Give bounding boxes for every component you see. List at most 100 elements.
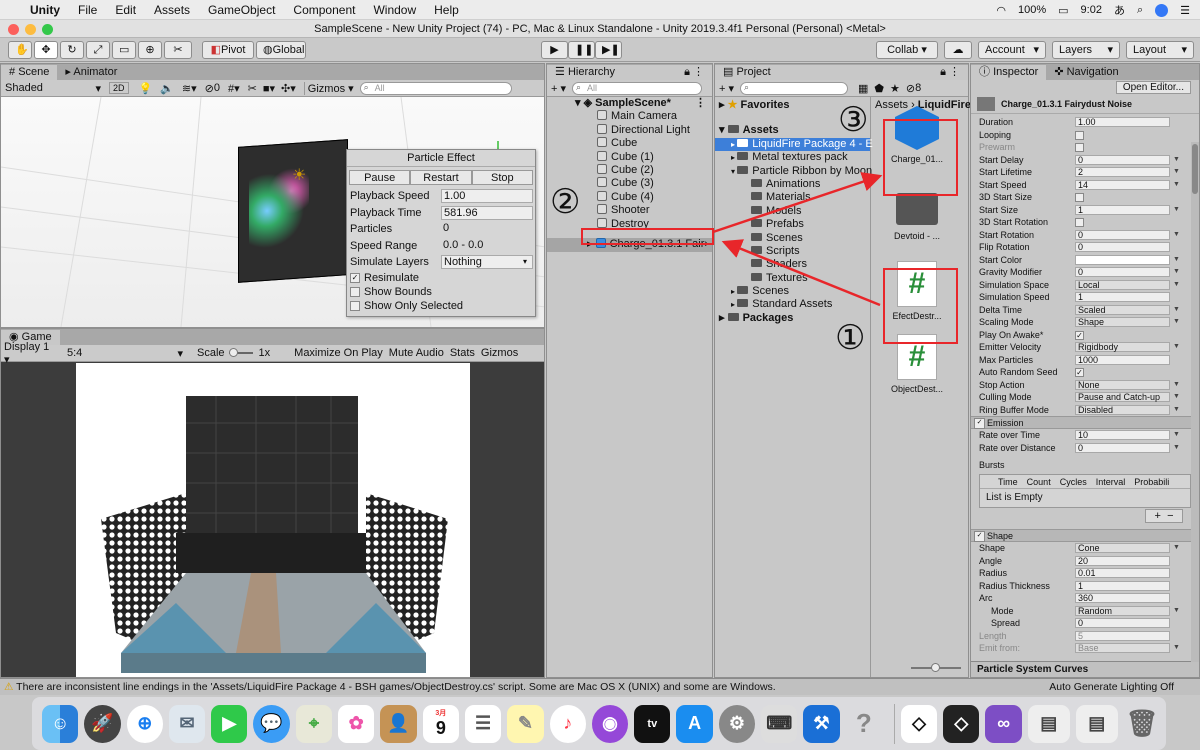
- xcode-icon[interactable]: ⚒: [803, 704, 840, 743]
- chevron-down-icon[interactable]: ▼: [1173, 404, 1180, 417]
- global-gizmo-icon[interactable]: ✣▾: [281, 82, 296, 95]
- project-search-input[interactable]: [740, 81, 849, 95]
- project-folder[interactable]: Prefabs: [715, 218, 870, 231]
- project-folder[interactable]: ▾ Particle Ribbon by Moon: [715, 165, 872, 178]
- remove-burst-button[interactable]: −: [1167, 510, 1173, 522]
- layers-dropdown[interactable]: Layers ▾: [1052, 41, 1120, 59]
- field-dropdown[interactable]: Random: [1075, 605, 1170, 616]
- shape-module-header[interactable]: Shape: [971, 529, 1199, 542]
- particle-effect-checkbox[interactable]: Show Only Selected: [347, 299, 535, 313]
- safari-icon[interactable]: ⊕: [126, 704, 163, 743]
- checkbox-box[interactable]: [350, 286, 360, 297]
- clock[interactable]: 9:02: [1081, 4, 1102, 16]
- system-preferences-icon[interactable]: ⚙: [718, 704, 756, 743]
- lighting-icon[interactable]: 💡: [139, 82, 153, 95]
- game-toggle-stats[interactable]: Stats: [450, 347, 475, 359]
- input-method[interactable]: あ: [1114, 2, 1125, 18]
- scene-object-box[interactable]: [238, 139, 348, 283]
- transform-tool-button[interactable]: ⊕: [138, 41, 162, 59]
- project-folder[interactable]: ▸ Scenes: [715, 285, 870, 298]
- chevron-down-icon[interactable]: ▼: [1173, 642, 1180, 655]
- notes-icon[interactable]: ✎: [507, 704, 544, 743]
- effects-icon[interactable]: ≋▾: [182, 82, 197, 95]
- close-window-button[interactable]: [8, 24, 19, 35]
- field-dropdown[interactable]: Pause and Catch-up: [1075, 392, 1170, 402]
- chevron-down-icon[interactable]: ▼: [1173, 605, 1180, 618]
- hierarchy-item[interactable]: Cube: [547, 137, 712, 150]
- scene-menu-icon[interactable]: ⋮: [695, 97, 706, 110]
- grid-icon[interactable]: #▾: [228, 82, 240, 95]
- scene-viewport[interactable]: ☀ Particle Effect Pause Restart Stop Pla…: [1, 97, 544, 327]
- menu-component[interactable]: Component: [293, 3, 355, 17]
- project-folder[interactable]: Textures: [715, 272, 870, 285]
- field-value[interactable]: 0: [1075, 229, 1170, 240]
- help-icon[interactable]: ?: [846, 705, 882, 743]
- chevron-down-icon[interactable]: ▼: [1173, 304, 1180, 317]
- checkbox-box[interactable]: [350, 300, 360, 311]
- emission-module-header[interactable]: Emission: [971, 416, 1199, 429]
- inspector-scrollbar[interactable]: [1191, 142, 1199, 662]
- battery-icon[interactable]: ▭: [1058, 4, 1068, 17]
- filter-label-icon[interactable]: ⬟: [874, 82, 884, 95]
- document-preview-icon-2[interactable]: ▤: [1075, 704, 1118, 743]
- light-gizmo-icon[interactable]: ☀: [292, 165, 306, 185]
- field-value[interactable]: 0: [1075, 242, 1170, 252]
- finder-icon[interactable]: ☺: [42, 704, 79, 743]
- visual-studio-icon[interactable]: ∞: [985, 704, 1022, 743]
- rect-tool-button[interactable]: ▭: [112, 41, 136, 59]
- contacts-icon[interactable]: 👤: [380, 704, 417, 743]
- chevron-down-icon[interactable]: ▼: [1173, 429, 1180, 442]
- chevron-down-icon[interactable]: ▼: [1173, 542, 1180, 555]
- apple-tv-icon[interactable]: tv: [634, 704, 671, 743]
- chevron-down-icon[interactable]: ▼: [1173, 341, 1180, 354]
- minimize-window-button[interactable]: [25, 24, 36, 35]
- status-message[interactable]: There are inconsistent line endings in t…: [16, 681, 776, 693]
- add-burst-button[interactable]: +: [1155, 510, 1161, 522]
- field-value[interactable]: 10: [1075, 430, 1170, 440]
- pivot-toggle[interactable]: ◧Pivot: [202, 41, 254, 59]
- project-folder[interactable]: Animations: [715, 178, 870, 191]
- stop-effect-button[interactable]: Stop: [471, 170, 533, 185]
- chevron-down-icon[interactable]: ▼: [1173, 279, 1180, 292]
- field-dropdown[interactable]: Cone: [1075, 543, 1170, 553]
- game-toggle-gizmos[interactable]: Gizmos: [481, 347, 518, 359]
- scene-root[interactable]: ▾ ◈ SampleScene* ⋮: [547, 97, 712, 110]
- chevron-down-icon[interactable]: ▼: [1173, 316, 1180, 329]
- tab-scene[interactable]: # Scene: [1, 65, 58, 80]
- pause-effect-button[interactable]: Pause: [349, 170, 411, 185]
- field-value[interactable]: 5: [1075, 630, 1170, 641]
- trash-icon[interactable]: 🗑: [1124, 705, 1160, 743]
- zoom-slider-thumb[interactable]: [931, 663, 940, 672]
- color-field[interactable]: [1075, 254, 1170, 265]
- zoom-window-button[interactable]: [42, 24, 53, 35]
- menu-window[interactable]: Window: [373, 3, 416, 17]
- project-folder[interactable]: ▸ Standard Assets: [715, 298, 870, 311]
- field-checkbox[interactable]: [1075, 193, 1084, 202]
- field-checkbox[interactable]: [1075, 143, 1084, 152]
- keyboard-viewer-icon[interactable]: ⌨: [761, 704, 798, 743]
- field-value[interactable]: 0: [1075, 618, 1170, 628]
- create-asset-button[interactable]: + ▾: [719, 82, 734, 95]
- maps-icon[interactable]: ⌖: [295, 704, 333, 743]
- podcasts-icon[interactable]: ◉: [591, 704, 629, 743]
- field-value[interactable]: 14: [1075, 179, 1170, 190]
- filter-type-icon[interactable]: ▦: [858, 82, 868, 95]
- field-value[interactable]: 1: [1075, 292, 1170, 302]
- chevron-down-icon[interactable]: ▼: [1173, 204, 1180, 217]
- scale-tool-button[interactable]: ⤢: [86, 41, 110, 59]
- checkbox-box[interactable]: ✓: [350, 272, 360, 283]
- particle-effect-checkbox[interactable]: Show Bounds: [347, 285, 535, 299]
- chevron-down-icon[interactable]: ▼: [1173, 179, 1180, 192]
- tab-project[interactable]: ▤ Project 🔒︎ ⋮: [715, 65, 968, 80]
- chevron-down-icon[interactable]: ▼: [1173, 379, 1180, 392]
- audio-icon[interactable]: 🔈: [160, 82, 174, 95]
- menu-edit[interactable]: Edit: [115, 3, 136, 17]
- chevron-down-icon[interactable]: ▼: [1173, 266, 1180, 279]
- scale-slider[interactable]: [228, 348, 253, 357]
- launchpad-icon[interactable]: 🚀: [84, 704, 121, 743]
- row-value[interactable]: 1.00: [441, 189, 533, 203]
- game-view[interactable]: [76, 363, 470, 677]
- particle-system-curves[interactable]: Particle System Curves: [971, 661, 1199, 677]
- field-checkbox[interactable]: ✓: [1075, 330, 1084, 340]
- field-dropdown[interactable]: Local: [1075, 279, 1170, 290]
